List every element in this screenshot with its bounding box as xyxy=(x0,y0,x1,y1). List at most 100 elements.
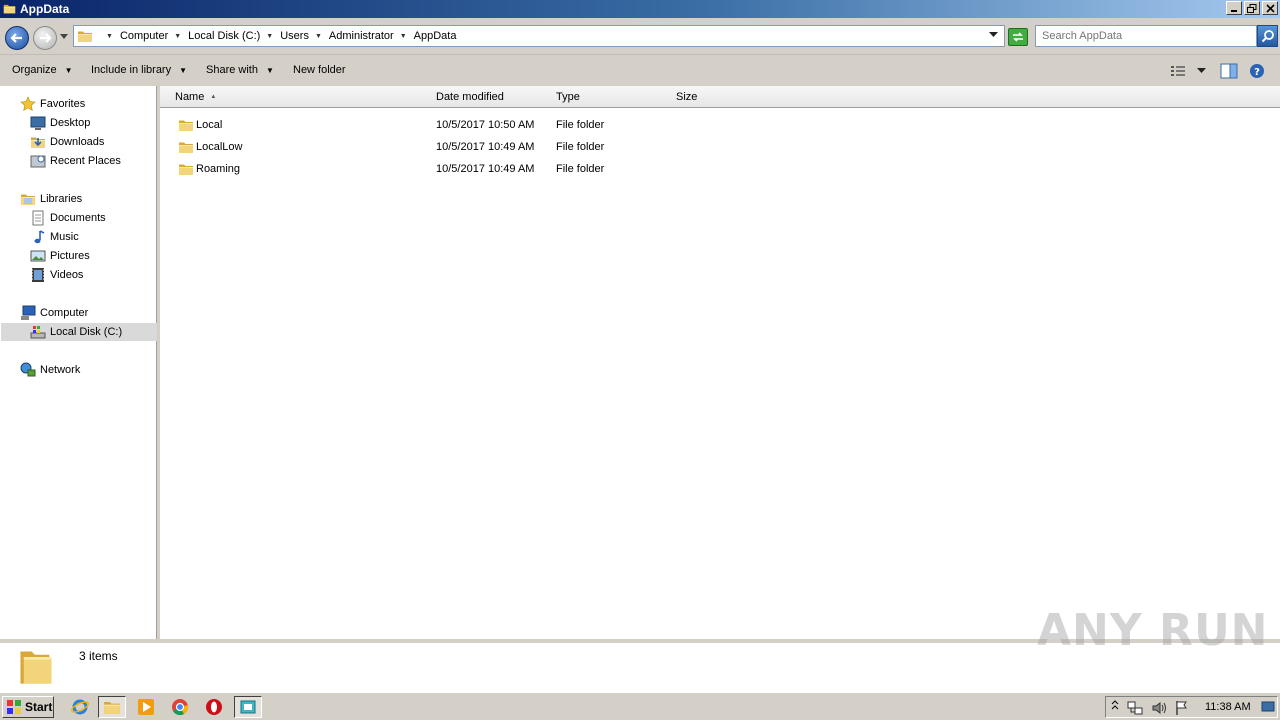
include-in-library-button[interactable]: Include in library ▼ xyxy=(91,64,187,76)
back-arrow-icon xyxy=(10,33,22,43)
nav-recent-places[interactable]: Recent Places xyxy=(30,152,121,170)
title-bar[interactable]: AppData xyxy=(0,0,1280,18)
windows-logo-icon xyxy=(7,700,21,714)
item-count: 3 items xyxy=(79,649,118,663)
chevron-down-icon: ▼ xyxy=(265,65,274,75)
nav-downloads[interactable]: Downloads xyxy=(30,133,104,151)
start-button[interactable]: Start xyxy=(2,696,54,718)
taskbar-explorer[interactable] xyxy=(98,696,126,718)
restore-button[interactable] xyxy=(1244,1,1260,15)
breadcrumb: ▼ Computer ▼ Local Disk (C:) ▼ Users ▼ A… xyxy=(100,30,456,42)
chevron-down-icon[interactable]: ▼ xyxy=(315,33,322,40)
breadcrumb-appdata[interactable]: AppData xyxy=(414,30,457,42)
taskbar-media-player[interactable] xyxy=(132,696,160,718)
drive-icon xyxy=(30,326,46,339)
table-row[interactable]: Roaming 10/5/2017 10:49 AM File folder xyxy=(160,159,1280,179)
clock[interactable]: 11:38 AM xyxy=(1205,701,1251,713)
nav-libraries[interactable]: Libraries xyxy=(20,190,82,208)
file-name: Roaming xyxy=(196,163,241,175)
chevron-down-icon[interactable]: ▼ xyxy=(266,33,273,40)
nav-documents[interactable]: Documents xyxy=(30,209,106,227)
restore-icon xyxy=(1247,3,1257,13)
column-header-filler xyxy=(751,86,1280,108)
show-hidden-icons-button[interactable] xyxy=(1111,699,1119,716)
share-with-label: Share with xyxy=(206,64,258,76)
show-desktop-button[interactable] xyxy=(1261,701,1275,716)
new-folder-button[interactable]: New folder xyxy=(293,64,346,76)
column-header-date-modified[interactable]: Date modified xyxy=(431,86,552,108)
minimize-icon xyxy=(1231,10,1237,12)
file-type: File folder xyxy=(556,141,605,153)
close-button[interactable] xyxy=(1262,1,1278,15)
organize-button[interactable]: Organize ▼ xyxy=(12,64,73,76)
app-icon xyxy=(240,700,256,714)
column-type-label: Type xyxy=(556,91,580,103)
speaker-icon xyxy=(1152,702,1166,714)
folder-icon xyxy=(20,651,52,684)
minimize-button[interactable] xyxy=(1226,1,1242,15)
help-icon[interactable]: ? xyxy=(1249,63,1265,79)
network-tray-icon[interactable] xyxy=(1127,700,1143,719)
command-bar: Organize ▼ Include in library ▼ Share wi… xyxy=(0,54,1280,86)
column-header-size[interactable]: Size xyxy=(671,86,752,108)
search-input[interactable] xyxy=(1042,27,1252,45)
file-date: 10/5/2017 10:49 AM xyxy=(436,163,535,175)
recent-pages-dropdown[interactable] xyxy=(60,34,68,40)
taskbar-chrome[interactable] xyxy=(166,696,194,718)
chrome-icon xyxy=(172,699,189,716)
nav-videos[interactable]: Videos xyxy=(30,266,83,284)
breadcrumb-administrator[interactable]: Administrator xyxy=(329,30,394,42)
forward-button[interactable] xyxy=(33,26,57,50)
file-name: Local xyxy=(196,119,223,131)
nav-desktop[interactable]: Desktop xyxy=(30,114,90,132)
system-tray: 11:38 AM xyxy=(1105,696,1278,718)
nav-local-disk[interactable]: Local Disk (C:) xyxy=(1,323,157,341)
view-options-dropdown[interactable] xyxy=(1197,68,1206,74)
nav-favorites[interactable]: Favorites xyxy=(20,95,85,113)
refresh-button[interactable] xyxy=(1008,28,1028,46)
folder-icon xyxy=(178,139,194,155)
chevron-down-icon[interactable]: ▼ xyxy=(400,33,407,40)
ie-icon xyxy=(71,699,89,715)
folder-icon xyxy=(3,2,16,15)
breadcrumb-computer[interactable]: Computer xyxy=(120,30,168,42)
file-date: 10/5/2017 10:49 AM xyxy=(436,141,535,153)
search-button[interactable] xyxy=(1257,25,1278,47)
documents-icon xyxy=(32,210,44,226)
nav-network[interactable]: Network xyxy=(20,361,80,379)
back-button[interactable] xyxy=(5,26,29,50)
nav-music-label: Music xyxy=(50,231,79,243)
taskbar-opera[interactable] xyxy=(200,696,228,718)
table-row[interactable]: Local 10/5/2017 10:50 AM File folder xyxy=(160,115,1280,135)
taskbar-internet-explorer[interactable] xyxy=(66,696,94,718)
volume-tray-icon[interactable] xyxy=(1151,700,1167,719)
breadcrumb-users[interactable]: Users xyxy=(280,30,309,42)
share-with-button[interactable]: Share with ▼ xyxy=(206,64,274,76)
nav-computer-label: Computer xyxy=(40,307,89,319)
table-row[interactable]: LocalLow 10/5/2017 10:49 AM File folder xyxy=(160,137,1280,157)
view-icon[interactable] xyxy=(1170,63,1186,79)
nav-music[interactable]: Music xyxy=(30,228,79,246)
chevron-down-icon: ▼ xyxy=(64,65,73,75)
column-header-type[interactable]: Type xyxy=(551,86,672,108)
nav-pictures[interactable]: Pictures xyxy=(30,247,90,265)
chevron-down-icon[interactable]: ▼ xyxy=(174,33,181,40)
taskbar-app[interactable] xyxy=(234,696,262,718)
column-name-label: Name xyxy=(175,91,205,103)
nav-documents-label: Documents xyxy=(50,212,106,224)
column-header-name[interactable]: Name ▲ xyxy=(160,86,432,108)
action-center-tray-icon[interactable] xyxy=(1174,700,1190,719)
window-title: AppData xyxy=(20,2,70,16)
organize-label: Organize xyxy=(12,64,57,76)
nav-videos-label: Videos xyxy=(50,269,84,281)
library-icon xyxy=(20,191,36,207)
file-name: LocalLow xyxy=(196,141,243,153)
chevron-down-icon[interactable]: ▼ xyxy=(106,33,113,40)
breadcrumb-local-disk[interactable]: Local Disk (C:) xyxy=(188,30,260,42)
svg-text:?: ? xyxy=(1254,67,1260,78)
nav-computer[interactable]: Computer xyxy=(20,304,88,322)
address-bar[interactable]: ▼ Computer ▼ Local Disk (C:) ▼ Users ▼ A… xyxy=(73,25,1005,47)
address-history-dropdown[interactable] xyxy=(989,32,998,38)
preview-pane-icon[interactable] xyxy=(1220,63,1238,79)
network-icon xyxy=(20,362,36,377)
